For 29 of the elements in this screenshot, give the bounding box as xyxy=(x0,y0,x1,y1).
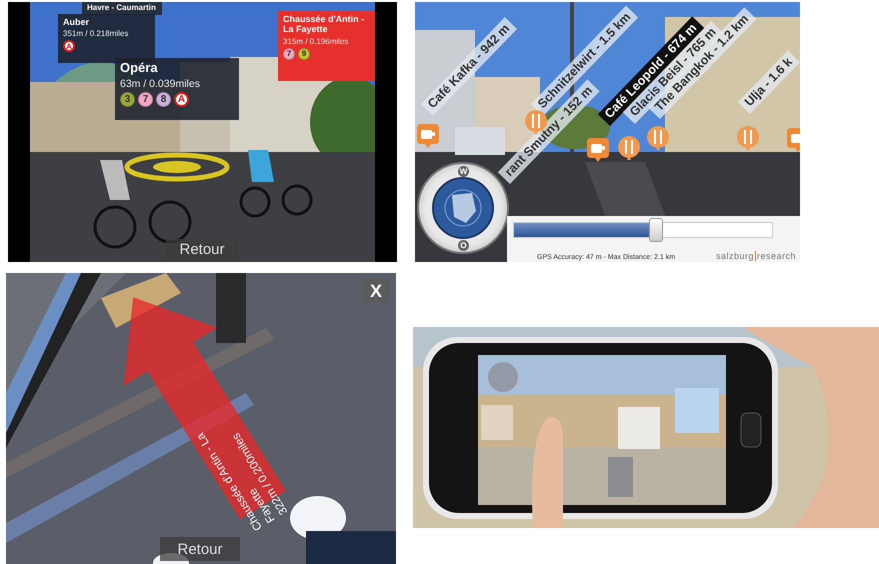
back-button[interactable]: Retour xyxy=(160,537,240,561)
logo-text: salzburg xyxy=(716,251,754,261)
distance-text: 63m / 0.039miles xyxy=(120,78,201,90)
slider-thumb[interactable] xyxy=(648,218,663,242)
cup-pin-icon[interactable] xyxy=(587,138,609,162)
line-badge: 9 xyxy=(298,48,310,60)
place-name: Chaussée d'Antin - La Fayette xyxy=(283,14,366,35)
place-name: Auber xyxy=(63,17,90,28)
line-badge: A xyxy=(63,40,75,52)
place-label[interactable]: Opéra 63m / 0.039miles 3 7 8 A xyxy=(115,58,239,120)
radar-icon xyxy=(432,177,494,239)
place-name: Havre - Caumartin xyxy=(87,3,157,12)
place-label[interactable]: Havre - Caumartin xyxy=(82,2,162,16)
line-badge: 7 xyxy=(283,48,295,60)
distance-text: 315m / 0.196miles xyxy=(283,36,350,46)
line-badge: A xyxy=(174,92,189,107)
distance-text: 351m / 0.218miles xyxy=(63,29,130,38)
fork-knife-pin-icon[interactable] xyxy=(618,136,640,160)
logo-text: research xyxy=(756,251,796,261)
place-label[interactable]: Auber 351m / 0.218miles A xyxy=(58,14,155,63)
close-button[interactable]: X xyxy=(363,279,389,303)
place-label[interactable]: Chaussée d'Antin - La Fayette 315m / 0.196miles 7 9 xyxy=(278,11,375,81)
place-name: Opéra xyxy=(120,61,159,76)
line-badge: 7 xyxy=(138,92,153,107)
compass-letter: W xyxy=(458,166,469,177)
back-button[interactable]: Retour xyxy=(166,239,238,260)
line-badge: 8 xyxy=(156,92,171,107)
line-badge: 3 xyxy=(120,92,135,107)
compass-letter: O xyxy=(458,240,469,251)
